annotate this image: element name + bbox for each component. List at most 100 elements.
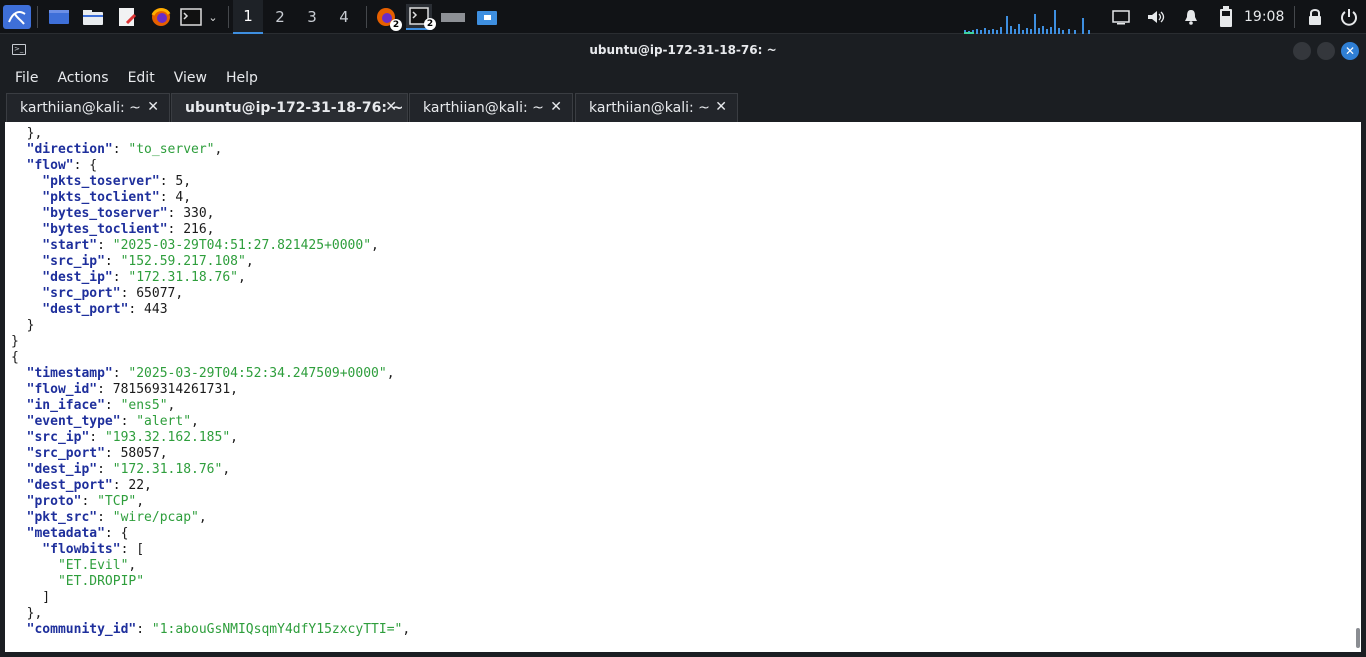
taskbar-firefox-button[interactable]: 2 [374, 5, 402, 31]
json-text: }, [11, 606, 43, 621]
json-text: : 5, [159, 174, 192, 189]
taskbar-terminal-button[interactable]: 2 [406, 4, 436, 30]
json-string: "alert" [136, 414, 192, 429]
workspace-4[interactable]: 4 [329, 0, 359, 34]
show-desktop-icon[interactable] [47, 5, 71, 29]
json-text: , [198, 510, 207, 525]
battery-icon[interactable] [1216, 6, 1236, 27]
menu-help[interactable]: Help [226, 70, 258, 86]
json-text: : [112, 142, 129, 157]
json-text: : [97, 462, 113, 477]
scrollbar[interactable] [1355, 122, 1361, 652]
tab-karthiian-2[interactable]: karthiian@kali: ~ ✕ [409, 93, 573, 122]
menu-view[interactable]: View [174, 70, 207, 86]
terminal-line: }, [11, 126, 410, 142]
json-string: "ens5" [120, 398, 168, 413]
tab-karthiian-3[interactable]: karthiian@kali: ~ ✕ [575, 93, 738, 122]
window-count-badge: 2 [424, 18, 436, 30]
menu-actions[interactable]: Actions [57, 70, 108, 86]
menu-file[interactable]: File [15, 70, 38, 86]
firefox-icon[interactable] [149, 5, 173, 29]
terminal-line: "event_type": "alert", [11, 414, 410, 430]
scrollbar-thumb[interactable] [1356, 628, 1360, 648]
json-key: "pkt_src" [11, 510, 98, 525]
json-text: : 216, [167, 222, 215, 237]
top-panel: ⌄ 1 2 3 4 2 2 19:08 [0, 0, 1366, 34]
terminal-output[interactable]: }, "direction": "to_server", "flow": { "… [5, 122, 1361, 652]
json-string: "1:abouGsNMIQsqmY4dfY15zxcyTTI=" [151, 622, 403, 637]
close-icon: ✕ [1344, 44, 1356, 58]
file-manager-icon[interactable] [81, 5, 105, 29]
json-text: , [128, 558, 137, 573]
chevron-down-icon[interactable]: ⌄ [204, 5, 222, 29]
tab-close-icon[interactable]: ✕ [147, 99, 159, 115]
terminal-line: "src_ip": "193.32.162.185", [11, 430, 410, 446]
workspace-1[interactable]: 1 [233, 0, 263, 34]
tab-ubuntu[interactable]: ubuntu@ip-172-31-18-76: ~ ✕ [171, 93, 408, 122]
menu-edit[interactable]: Edit [128, 70, 155, 86]
json-key: "start" [11, 238, 98, 253]
terminal-line: "timestamp": "2025-03-29T04:52:34.247509… [11, 366, 410, 382]
json-text: }, [11, 126, 43, 141]
json-text: , [386, 366, 395, 381]
tab-bar: karthiian@kali: ~ ✕ ubuntu@ip-172-31-18-… [0, 91, 1366, 122]
notification-bell-icon[interactable] [1181, 7, 1201, 27]
json-text: , [214, 142, 223, 157]
json-text: , [371, 238, 379, 253]
json-string: "172.31.18.76" [128, 270, 238, 285]
terminal-line: "pkts_toclient": 4, [11, 190, 410, 206]
json-text: : [112, 366, 129, 381]
json-text: , [167, 398, 176, 413]
kali-menu-icon[interactable] [3, 5, 31, 29]
json-string: "2025-03-29T04:51:27.821425+0000" [112, 238, 372, 253]
json-text: : 4, [159, 190, 192, 205]
display-icon[interactable] [1111, 7, 1131, 27]
json-key: "flowbits" [11, 542, 121, 557]
clock[interactable]: 19:08 [1244, 0, 1284, 34]
json-key: "src_ip" [11, 430, 90, 445]
json-key: "proto" [11, 494, 82, 509]
json-text [11, 574, 58, 589]
terminal-launcher-icon[interactable] [179, 5, 203, 29]
json-text [11, 558, 58, 573]
json-key: "dest_port" [11, 478, 113, 493]
window-icon [441, 13, 465, 22]
json-string: "to_server" [128, 142, 215, 157]
tab-close-icon[interactable]: ✕ [550, 99, 562, 115]
close-button[interactable]: ✕ [1341, 42, 1359, 60]
terminal-line: ] [11, 590, 410, 606]
workspace-3[interactable]: 3 [297, 0, 327, 34]
workspace-2[interactable]: 2 [265, 0, 295, 34]
terminal-line: "ET.Evil", [11, 558, 410, 574]
json-text: { [11, 350, 19, 365]
tab-close-icon[interactable]: ✕ [385, 99, 397, 115]
json-string: "ET.DROPIP" [57, 574, 145, 589]
text-editor-icon[interactable] [115, 5, 139, 29]
json-string: "wire/pcap" [112, 510, 199, 525]
volume-icon[interactable] [1146, 7, 1166, 27]
terminal-line: { [11, 350, 410, 366]
json-text: : [136, 622, 152, 637]
tab-karthiian-1[interactable]: karthiian@kali: ~ ✕ [6, 93, 170, 122]
panel-separator [1294, 6, 1295, 28]
folder-icon [477, 11, 497, 25]
maximize-button[interactable] [1317, 42, 1335, 60]
menu-bar: File Actions Edit View Help [0, 65, 1366, 91]
power-icon[interactable] [1339, 7, 1359, 27]
minimize-button[interactable] [1293, 42, 1311, 60]
terminal-line: "dest_port": 443 [11, 302, 410, 318]
tab-close-icon[interactable]: ✕ [715, 99, 727, 115]
window-titlebar[interactable]: >_ ubuntu@ip-172-31-18-76: ~ ✕ [0, 35, 1366, 65]
json-key: "flow" [11, 158, 74, 173]
json-text: : 58057, [104, 446, 168, 461]
terminal-line: "dest_port": 22, [11, 478, 410, 494]
json-text: : [ [120, 542, 145, 557]
taskbar-window-button[interactable] [441, 5, 465, 29]
lock-icon[interactable] [1305, 7, 1325, 27]
terminal-line: "metadata": { [11, 526, 410, 542]
json-key: "src_ip" [11, 254, 105, 269]
json-key: "pkts_toclient" [11, 190, 160, 205]
terminal-line: "proto": "TCP", [11, 494, 410, 510]
json-text: : 781569314261731, [97, 382, 238, 397]
taskbar-folder-button[interactable] [476, 5, 498, 29]
